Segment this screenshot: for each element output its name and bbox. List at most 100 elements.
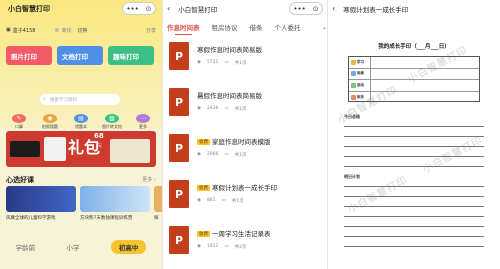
image-doc-icon: ▧ xyxy=(105,114,119,123)
row-label: 学习 xyxy=(357,59,364,64)
grid-label: 口算 xyxy=(15,124,23,129)
view-count: 861 xyxy=(206,198,216,203)
home-screen: 小白智慧打印 ••• ⊙ ▣ 盒子4158 离线 切换 分享 照片打印 文档打印… xyxy=(0,0,162,269)
list-item[interactable]: P 收费 寒假计划表一成长手印 ◉ 861 ▭ 共1页 xyxy=(169,178,324,216)
eye-icon: ◉ xyxy=(197,106,201,111)
switch-device-button[interactable]: 切换 xyxy=(77,27,87,34)
grade-tabs: 学龄前 小学 初高中 xyxy=(0,238,162,256)
document-preview: 我的成长手印（___月___日） 学习 阅读 运动 家务 今日总结 明日计划 小… xyxy=(334,36,494,264)
calc-icon: ✎ xyxy=(12,114,26,123)
doc-meta: ◉ 861 ▭ 共1页 xyxy=(197,198,244,204)
eye-icon: ◉ xyxy=(197,198,201,203)
banner-unit: 元 xyxy=(98,143,102,148)
writing-line xyxy=(344,166,484,167)
tab-rental-agreement[interactable]: 租房协议 xyxy=(212,22,238,32)
file-icon: ▭ xyxy=(221,198,226,203)
grid-label: 图片转文档 xyxy=(102,124,122,129)
watermark: 小白智慧打印 xyxy=(421,134,485,176)
page-count: 共1页 xyxy=(234,61,247,66)
course-card[interactable] xyxy=(6,186,76,212)
sun-icon xyxy=(351,59,356,65)
writing-line xyxy=(344,216,484,217)
page-title: 寒假计划表一成长手印 xyxy=(343,5,409,14)
close-icon[interactable]: ⊙ xyxy=(313,5,319,13)
paid-badge: 收费 xyxy=(197,139,210,145)
list-item[interactable]: P 收费 一周学习生活记录表 ◉ 1912 ▭ 共2页 xyxy=(169,224,324,262)
ppt-icon: P xyxy=(169,42,193,70)
doc-title: 暑假作息时间表简易版 xyxy=(197,90,262,100)
writing-line xyxy=(344,236,484,237)
device-name: 盒子4158 xyxy=(12,27,36,34)
tab-schedule[interactable]: 作息时间表 xyxy=(167,22,200,35)
view-count: 2066 xyxy=(206,152,219,157)
printer-icon: ▣ xyxy=(6,27,11,33)
banner-amount: 68 xyxy=(94,132,104,140)
writing-line xyxy=(344,246,484,247)
ppt-icon: P xyxy=(169,180,193,208)
eye-icon: ◉ xyxy=(197,244,201,249)
more-icon[interactable]: ••• xyxy=(293,5,305,13)
promo-banner[interactable]: 礼包 68 元 xyxy=(6,131,156,167)
tab-iou[interactable]: 借条 xyxy=(250,22,263,32)
list-item[interactable]: P 收费 家庭作息时间表模版 ◉ 2066 ▭ 共1页 xyxy=(169,132,324,170)
device-selector[interactable]: ▣ 盒子4158 xyxy=(6,27,35,34)
list-item[interactable]: P 寒假作息时间表简易版 ◉ 5711 ▭ 共1页 xyxy=(169,40,324,78)
status-text: 离线 xyxy=(61,27,72,34)
plan-label: 明日计划 xyxy=(344,174,360,179)
tab-secondary[interactable]: 初高中 xyxy=(110,240,147,254)
writing-line xyxy=(344,226,484,227)
template-list-screen: ‹ 小白智慧打印 ••• ⊙ 作息时间表 租房协议 借条 个人委托 ⌄ P 寒假… xyxy=(162,0,327,269)
more-link[interactable]: 更多 › xyxy=(142,176,156,183)
tab-preschool[interactable]: 学龄前 xyxy=(16,242,36,252)
sheet-title: 我的成长手印（___月___日） xyxy=(378,44,450,50)
doc-meta: ◉ 5711 ▭ 共1页 xyxy=(197,60,247,66)
doc-title: 收费 家庭作息时间表模版 xyxy=(197,136,271,146)
table-cell: 阅读 xyxy=(349,68,371,79)
grid-item-more[interactable]: ⋯ 更多 xyxy=(130,100,156,130)
page-count: 共1页 xyxy=(234,153,247,158)
list-item[interactable]: P 暑假作息时间表简易版 ◉ 2436 ▭ 共1页 xyxy=(169,86,324,124)
doc-title: 收费 寒假计划表一成长手印 xyxy=(197,182,277,192)
file-icon: ▭ xyxy=(224,152,229,157)
more-icon[interactable]: ••• xyxy=(126,5,138,13)
grid-item-mistake-book[interactable]: ▤ 错题本 xyxy=(68,100,94,130)
notebook-icon: ▤ xyxy=(74,114,88,123)
preview-screen: ‹ 寒假计划表一成长手印 我的成长手印（___月___日） 学习 阅读 运动 家… xyxy=(327,0,500,269)
device-bar: ▣ 盒子4158 离线 切换 分享 xyxy=(6,23,156,37)
back-icon[interactable]: ‹ xyxy=(332,4,335,13)
ppt-icon: P xyxy=(169,134,193,162)
view-count: 5711 xyxy=(206,60,219,65)
grid-item-photo-search[interactable]: ◉ 拍照搜题 xyxy=(37,100,63,130)
close-icon[interactable]: ⊙ xyxy=(146,5,152,13)
doc-title-text: 家庭作息时间表模版 xyxy=(212,138,271,146)
fun-print-button[interactable]: 趣味打印 xyxy=(108,46,154,65)
page-title: 小白智慧打印 xyxy=(178,5,218,14)
document-print-button[interactable]: 文档打印 xyxy=(57,46,103,65)
course-title: 探 xyxy=(154,216,159,221)
tab-authorization[interactable]: 个人委托 xyxy=(275,22,301,32)
doc-meta: ◉ 1912 ▭ 共2页 xyxy=(197,244,247,250)
course-card[interactable] xyxy=(154,186,162,212)
photo-print-button[interactable]: 照片打印 xyxy=(6,46,52,65)
tab-primary[interactable]: 小学 xyxy=(66,242,79,252)
more-icon: ⋯ xyxy=(136,114,150,123)
course-card[interactable] xyxy=(80,186,150,212)
page-count: 共2页 xyxy=(234,245,247,250)
writing-line xyxy=(344,136,484,137)
screenshot-collage: 小白智慧打印 ••• ⊙ ▣ 盒子4158 离线 切换 分享 照片打印 文档打印… xyxy=(0,0,500,269)
mini-program-capsule[interactable]: ••• ⊙ xyxy=(122,2,156,15)
doc-title-text: 寒假计划表一成长手印 xyxy=(212,184,277,192)
course-title: 方块熊7天数独课程训练营 xyxy=(80,216,133,221)
grid-item-calc[interactable]: ✎ 口算 xyxy=(6,100,32,130)
doc-title-text: 一周学习生活记录表 xyxy=(212,230,271,238)
grid-label: 更多 xyxy=(139,124,147,129)
mini-program-capsule[interactable]: ••• ⊙ xyxy=(289,2,323,15)
back-icon[interactable]: ‹ xyxy=(167,4,170,13)
grid-item-image-to-doc[interactable]: ▧ 图片转文档 xyxy=(99,100,125,130)
device-status: 离线 xyxy=(55,27,71,34)
photo-print-label: 照片打印 xyxy=(11,52,37,61)
paid-badge: 收费 xyxy=(197,185,210,191)
share-button[interactable]: 分享 xyxy=(146,27,156,34)
doc-title: 收费 一周学习生活记录表 xyxy=(197,228,271,238)
category-tabs: 作息时间表 租房协议 借条 个人委托 ⌄ xyxy=(167,20,327,35)
